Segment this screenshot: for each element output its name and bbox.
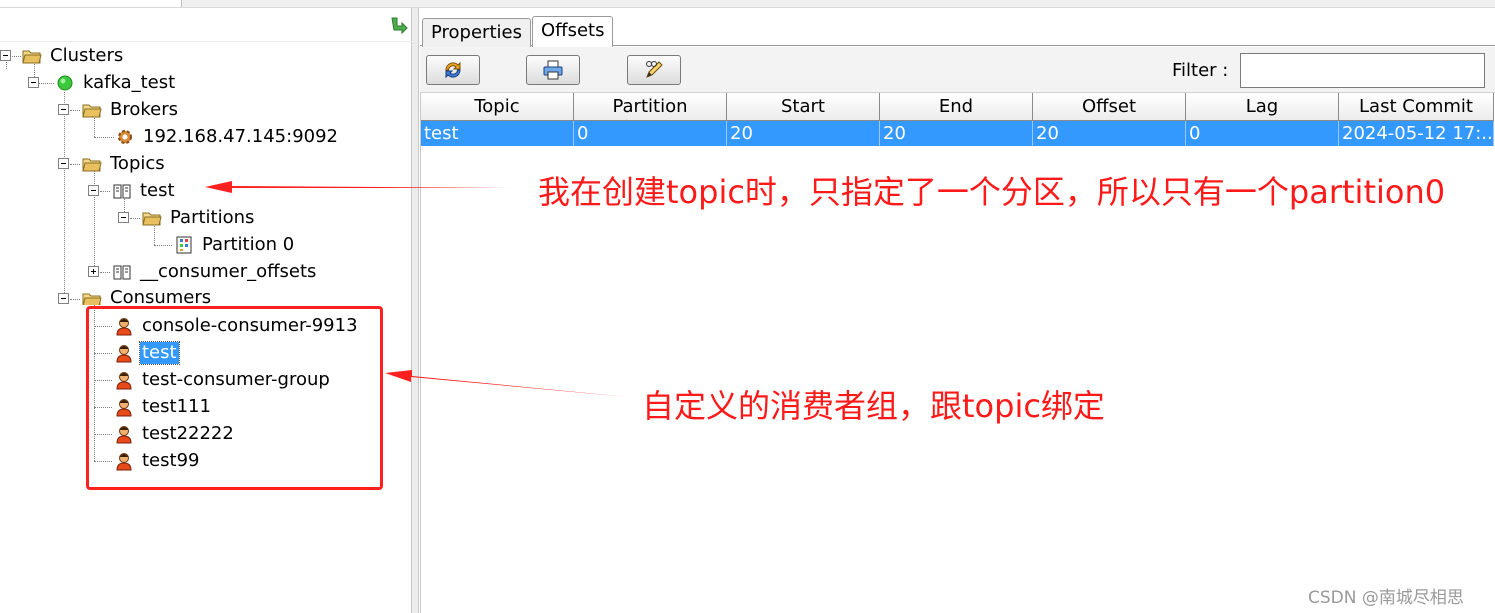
annotation-arrow-consumer — [385, 370, 628, 397]
annotation-consumer-group-note: 自定义的消费者组，跟topic绑定 — [642, 387, 1105, 425]
annotation-partition-note: 我在创建topic时，只指定了一个分区，所以只有一个partition0 — [538, 173, 1446, 211]
annotation-arrow-topic — [205, 181, 515, 193]
annotation-arrows — [205, 181, 628, 397]
watermark-text: CSDN @南城尽相思 — [1308, 588, 1464, 608]
